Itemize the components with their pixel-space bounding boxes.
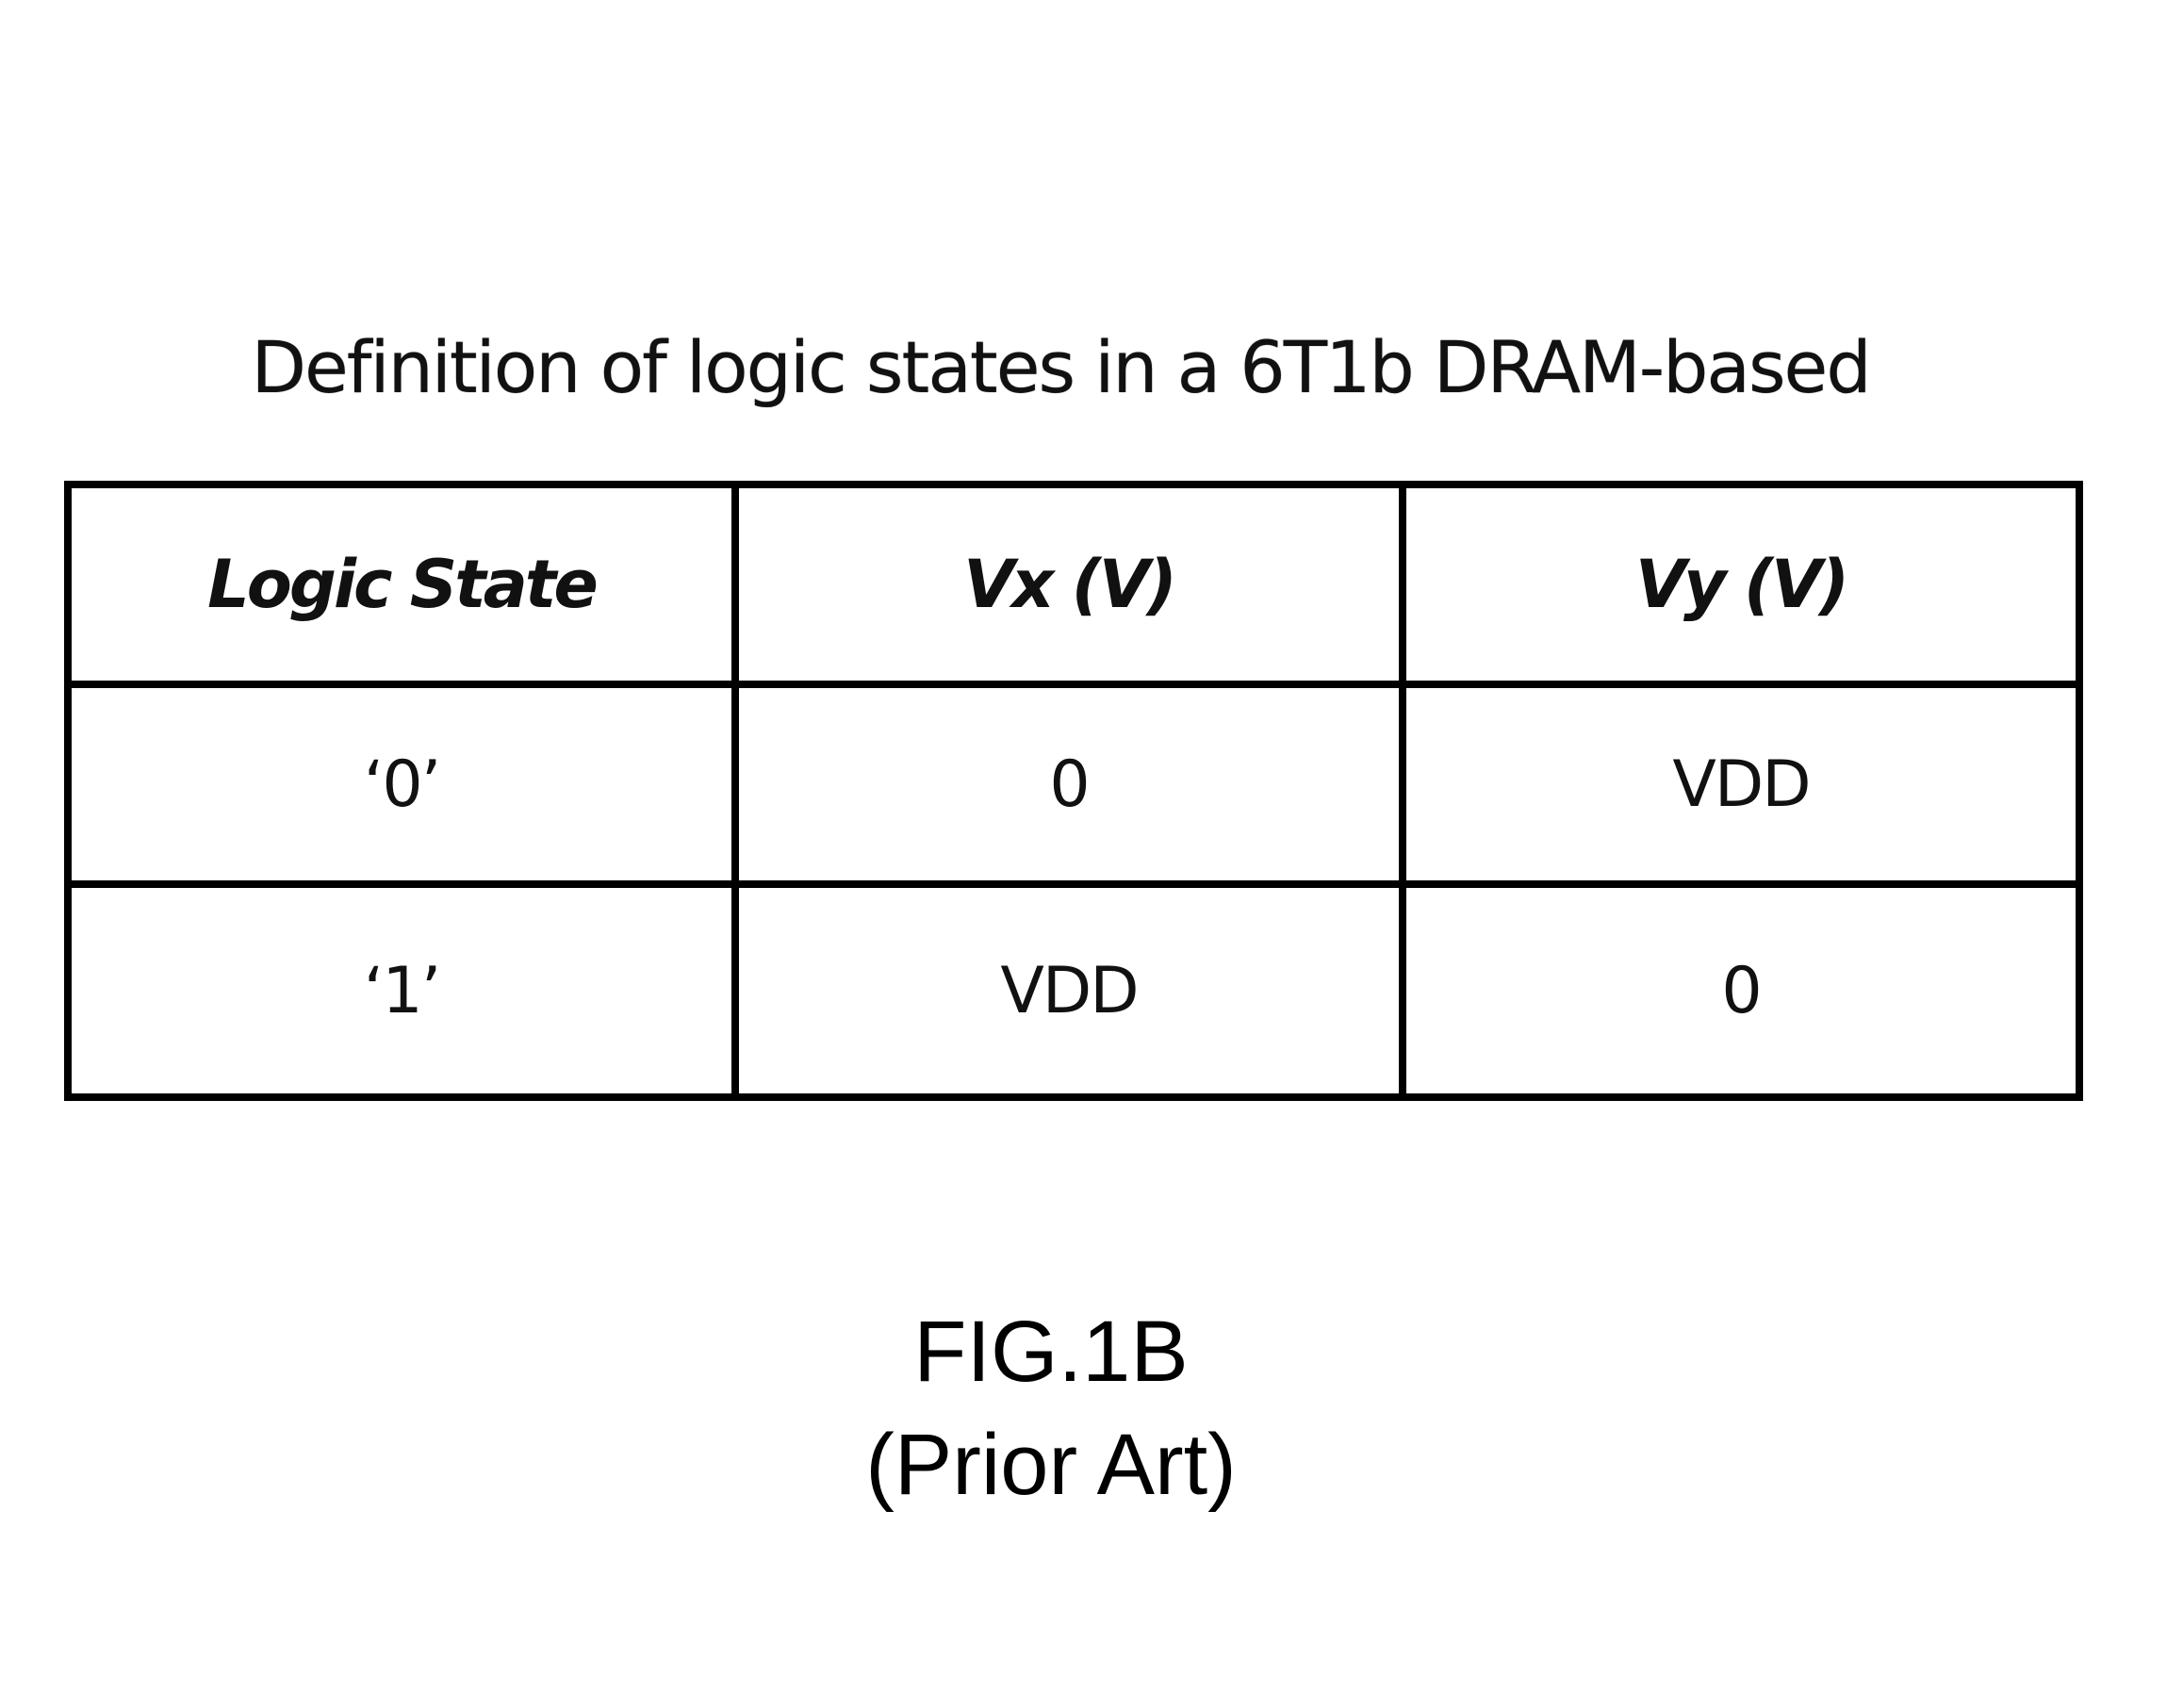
cell-state-0-vx: 0 xyxy=(739,688,1406,888)
cell-state-0-vy: VDD xyxy=(1406,688,2076,888)
cell-state-1-vy: 0 xyxy=(1721,953,1762,1028)
cell-state-1: ‘1’ xyxy=(72,888,739,1093)
header-vy: Vy (V) xyxy=(1406,488,2076,688)
logic-state-table: Logic State Vx (V) Vy (V) ‘0’ 0 VDD ‘1’ … xyxy=(64,481,2083,1101)
figure-label: FIG.1B xyxy=(913,1304,1189,1400)
cell-state-0: ‘0’ xyxy=(72,688,739,888)
cell-state-1-vx: VDD xyxy=(739,888,1406,1093)
header-logic-state: Logic State xyxy=(72,488,739,688)
prior-art-note: (Prior Art) xyxy=(865,1417,1237,1513)
header-vx: Vx (V) xyxy=(739,488,1406,688)
diagram-title: Definition of logic states in a 6T1b DRA… xyxy=(251,325,1871,409)
